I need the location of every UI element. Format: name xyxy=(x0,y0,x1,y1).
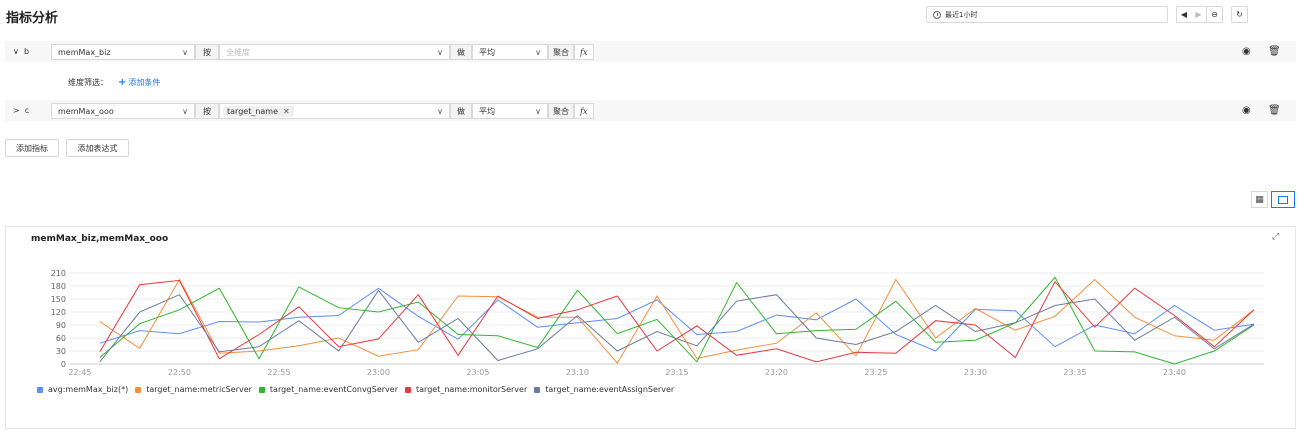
y-tick-label: 0 xyxy=(61,360,66,369)
y-tick-label: 150 xyxy=(51,295,66,304)
legend-label: target_name:monitorServer xyxy=(416,385,528,394)
legend-item[interactable]: target_name:eventAssignServer xyxy=(534,385,674,394)
legend-swatch xyxy=(135,386,142,393)
x-tick-label: 23:05 xyxy=(466,368,489,377)
line-chart: 0 30 60 90 120 150 180 210 22:45 22:50 22:55 23:00 2… xyxy=(51,269,1264,377)
legend-swatch xyxy=(37,386,43,393)
y-tick-label: 180 xyxy=(51,282,66,291)
x-tick-label: 22:50 xyxy=(168,368,191,377)
x-tick-label: 23:15 xyxy=(665,368,688,377)
legend-item[interactable]: target_name:eventConvgServer xyxy=(258,385,398,394)
x-tick-label: 22:45 xyxy=(68,368,91,377)
x-tick-label: 23:40 xyxy=(1163,368,1186,377)
legend-item[interactable]: target_name:metricServer xyxy=(135,385,252,394)
x-tick-label: 23:25 xyxy=(864,368,887,377)
legend-label: target_name:eventAssignServer xyxy=(545,385,675,394)
x-tick-label: 23:00 xyxy=(367,368,390,377)
legend-swatch xyxy=(534,386,541,393)
legend-swatch xyxy=(258,386,265,393)
y-tick-label: 60 xyxy=(56,334,66,343)
chart-legend: avg:memMax_biz(*) target_name:metricServe… xyxy=(37,385,681,394)
legend-swatch xyxy=(405,386,411,393)
x-tick-label: 22:55 xyxy=(267,368,290,377)
x-tick-label: 23:35 xyxy=(1063,368,1086,377)
legend-item[interactable]: avg:memMax_biz(*) xyxy=(37,385,128,394)
legend-label: avg:memMax_biz(*) xyxy=(48,385,129,394)
x-tick-label: 23:20 xyxy=(765,368,788,377)
legend-label: target_name:eventConvgServer xyxy=(269,385,398,394)
x-tick-label: 23:30 xyxy=(964,368,987,377)
legend-item[interactable]: target_name:monitorServer xyxy=(405,385,527,394)
y-tick-label: 120 xyxy=(51,308,66,317)
legend-label: target_name:metricServer xyxy=(146,385,252,394)
x-tick-label: 23:10 xyxy=(566,368,589,377)
y-tick-label: 90 xyxy=(56,321,66,330)
series-line xyxy=(99,287,1255,352)
y-tick-label: 30 xyxy=(56,347,66,356)
y-tick-label: 210 xyxy=(51,269,66,278)
